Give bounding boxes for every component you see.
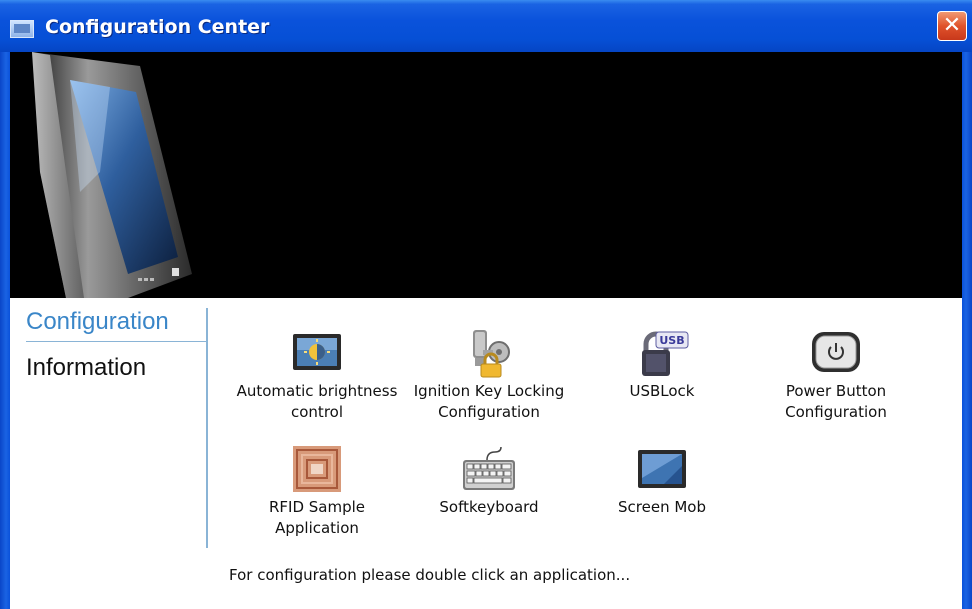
tablet-device-image <box>32 52 192 298</box>
app-automatic-brightness[interactable]: Automatic brightness control <box>227 328 407 423</box>
close-icon: ✕ <box>942 13 962 38</box>
keyboard-icon <box>461 444 517 494</box>
app-label: Screen Mob <box>618 498 706 516</box>
app-softkeyboard[interactable]: Softkeyboard <box>399 444 579 518</box>
nav-item-information[interactable]: Information <box>26 354 146 382</box>
content-area: Configuration Information Automatic brig… <box>10 298 962 609</box>
app-usblock[interactable]: USB USBLock <box>572 328 752 402</box>
screen-icon <box>634 444 690 494</box>
window-icon <box>10 20 34 38</box>
app-rfid-sample[interactable]: RFID Sample Application <box>227 444 407 539</box>
app-power-button[interactable]: Power Button Configuration <box>746 328 926 423</box>
svg-text:USB: USB <box>659 334 684 347</box>
app-screen-mob[interactable]: Screen Mob <box>572 444 752 518</box>
app-label: USBLock <box>629 382 695 400</box>
status-hint: For configuration please double click an… <box>229 566 631 584</box>
app-label: Softkeyboard <box>439 498 539 516</box>
header-banner <box>10 52 962 298</box>
window-frame-left <box>0 52 10 609</box>
app-label: Power Button Configuration <box>785 382 887 421</box>
window-title: Configuration Center <box>45 16 270 38</box>
close-button[interactable]: ✕ <box>937 11 967 41</box>
app-ignition-key-locking[interactable]: Ignition Key Locking Configuration <box>399 328 579 423</box>
brightness-icon <box>289 328 345 378</box>
side-navigation: Configuration Information <box>10 308 208 548</box>
window-frame-right <box>962 52 972 609</box>
app-label: Automatic brightness control <box>236 382 398 421</box>
title-bar[interactable]: Configuration Center ✕ <box>0 0 972 53</box>
configuration-center-window: Configuration Center ✕ Configuration Inf… <box>0 0 972 609</box>
nav-item-configuration[interactable]: Configuration <box>26 308 206 342</box>
usb-lock-icon: USB <box>634 328 690 378</box>
app-label: Ignition Key Locking Configuration <box>413 382 565 421</box>
ignition-key-icon <box>461 328 517 378</box>
power-button-icon <box>808 328 864 378</box>
rfid-icon <box>289 444 345 494</box>
app-label: RFID Sample Application <box>268 498 366 537</box>
